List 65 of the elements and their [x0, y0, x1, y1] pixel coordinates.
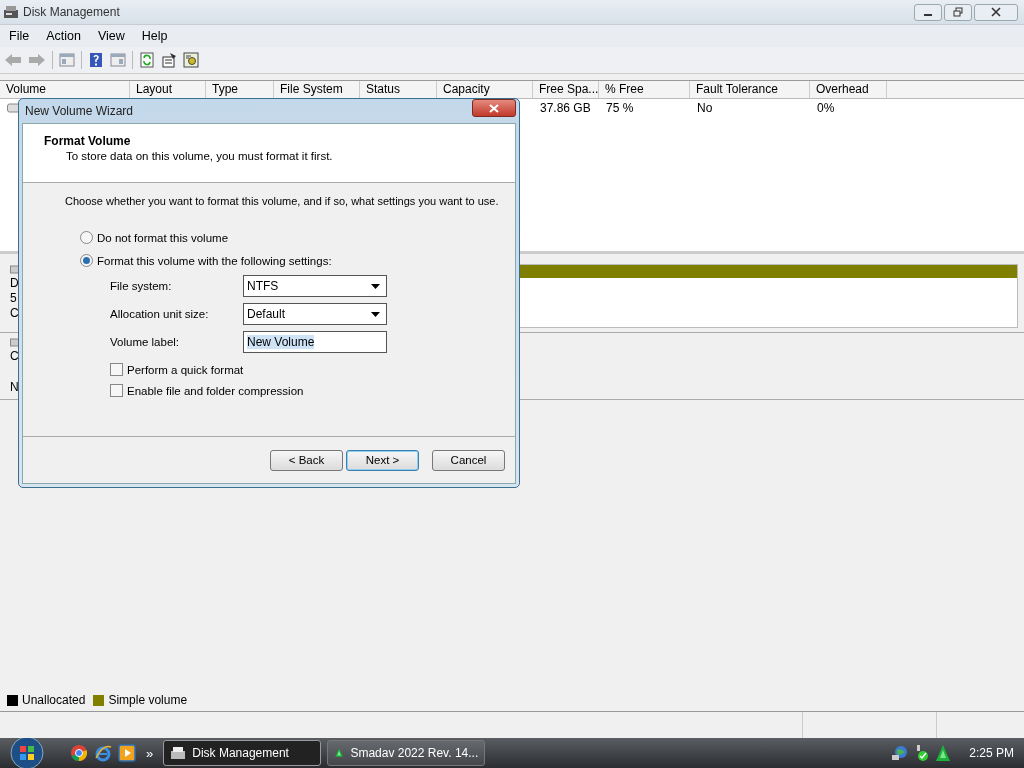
disk-label: N	[10, 381, 19, 393]
checkbox-label[interactable]: Perform a quick format	[127, 363, 244, 376]
instruction-text: Choose whether you want to format this volume, and if so, what settings you want to use.	[65, 195, 500, 207]
table-cell-text: 75 %	[605, 100, 635, 117]
help-icon[interactable]	[88, 52, 104, 68]
safely-remove-icon[interactable]	[915, 745, 930, 761]
clock[interactable]: 2:25 PM	[969, 746, 1014, 760]
column-header[interactable]: Fault Tolerance	[690, 81, 810, 98]
network-icon[interactable]	[891, 745, 910, 761]
setting-label: Volume label:	[110, 336, 181, 348]
wizard-subheading: To store data on this volume, you must format it first.	[65, 150, 334, 162]
restore-icon	[953, 7, 963, 17]
setting-label: File system:	[110, 280, 173, 292]
close-icon	[489, 103, 499, 113]
media-player-icon[interactable]	[118, 744, 136, 762]
menu-item[interactable]: File	[0, 29, 38, 43]
setting-label: Allocation unit size:	[110, 308, 210, 320]
radio-label[interactable]: Do not format this volume	[97, 231, 229, 244]
menu-item[interactable]: View	[88, 29, 133, 43]
table-cell-text: 37.86 GB	[539, 100, 592, 117]
menu-item[interactable]: Help	[132, 29, 176, 43]
close-icon	[991, 7, 1001, 17]
browser-icon[interactable]	[70, 744, 88, 762]
minimize-icon	[924, 14, 932, 16]
disk-label: 5	[10, 292, 17, 304]
dropdown[interactable]: Default	[243, 303, 387, 325]
internet-explorer-icon[interactable]	[94, 744, 112, 762]
dialog-button[interactable]: Next >	[346, 449, 419, 471]
dialog-title: New Volume Wizard	[24, 104, 134, 118]
start-button[interactable]	[10, 736, 44, 768]
disk-label: C	[10, 350, 19, 362]
disk-label: C	[10, 307, 19, 319]
overflow-chevron[interactable]: »	[146, 745, 154, 761]
caret-icon	[371, 311, 380, 317]
table-cell-text: No	[696, 100, 714, 117]
dialog-button[interactable]: Cancel	[432, 449, 505, 471]
minimize-button[interactable]	[914, 3, 942, 21]
checkbox-label[interactable]: Enable file and folder compression	[127, 384, 304, 397]
properties-icon[interactable]	[161, 52, 177, 68]
table-cell-text: 0%	[816, 100, 836, 117]
disk-label: D	[10, 277, 19, 289]
tree-icon[interactable]	[935, 744, 952, 762]
radio-button[interactable]	[80, 254, 93, 267]
window-title: Disk Management	[23, 5, 120, 19]
legend-label: Unallocated	[22, 693, 86, 707]
menu-item[interactable]: Action	[37, 29, 89, 43]
restore-button[interactable]	[944, 3, 972, 21]
column-header[interactable]: % Free	[599, 81, 690, 98]
volume-label-field[interactable]: New Volume	[243, 331, 387, 353]
taskbar-button[interactable]: Disk Management	[163, 740, 322, 766]
checkbox[interactable]	[110, 384, 123, 397]
dialog-button[interactable]: < Back	[270, 449, 343, 471]
refresh-icon[interactable]	[139, 52, 155, 68]
settings-icon[interactable]	[183, 52, 199, 68]
radio-label[interactable]: Format this volume with the following settings:	[97, 254, 332, 267]
column-header[interactable]: Overhead	[810, 81, 887, 98]
checkbox[interactable]	[110, 363, 123, 376]
taskbar-button[interactable]: Smadav 2022 Rev. 14...	[327, 740, 486, 766]
caret-icon	[371, 283, 380, 289]
radio-button[interactable]	[80, 231, 93, 244]
dropdown[interactable]: NTFS	[243, 275, 387, 297]
close-button[interactable]	[472, 99, 516, 117]
column-header[interactable]: Free Spa...	[533, 81, 599, 98]
wizard-heading: Format Volume	[44, 134, 132, 148]
legend-label: Simple volume	[108, 693, 188, 707]
